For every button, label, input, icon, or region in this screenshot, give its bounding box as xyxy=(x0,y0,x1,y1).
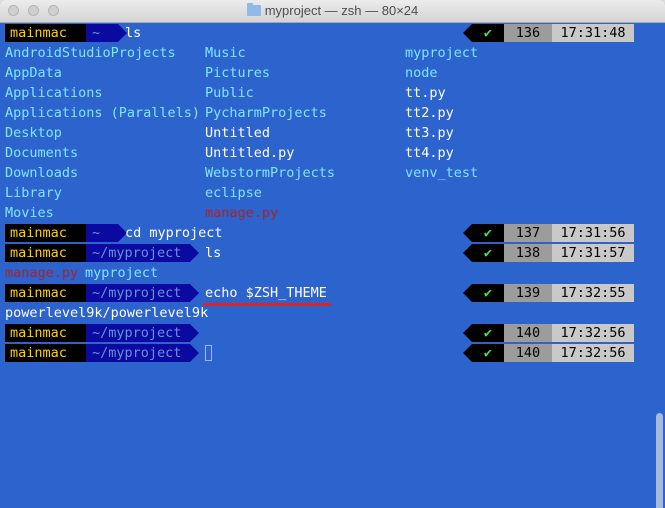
prompt-line: mainmac ~ cd myproject ✔ 137 17:31:56 xyxy=(0,223,665,243)
ls-output-row: AppData Pictures node xyxy=(0,63,665,83)
ls-output-row: manage.py myproject xyxy=(0,263,665,283)
directory-entry: eclipse xyxy=(205,185,262,201)
prompt-dir-segment: ~ xyxy=(86,224,118,242)
prompt-time: 17:31:57 xyxy=(552,244,634,262)
ls-output-row: Applications Public tt.py xyxy=(0,83,665,103)
ls-output-row: Library eclipse xyxy=(0,183,665,203)
prompt-dir-segment: ~/myproject xyxy=(86,324,190,342)
prompt-line: mainmac ~ ls ✔ 136 17:31:48 xyxy=(0,23,665,43)
segment-arrow-icon xyxy=(190,284,199,302)
prompt-user-segment: mainmac xyxy=(5,224,86,242)
ls-output-row: Desktop Untitled tt3.py xyxy=(0,123,665,143)
prompt-dir-segment: ~/myproject xyxy=(86,344,190,362)
directory-entry: WebstormProjects xyxy=(205,165,336,181)
executable-entry: manage.py xyxy=(5,265,79,281)
prompt-user-segment: mainmac xyxy=(5,324,86,342)
command-text: cd myproject xyxy=(125,225,223,241)
directory-entry: Applications (Parallels) xyxy=(5,105,201,121)
prompt-time: 17:32:56 xyxy=(552,344,634,362)
history-number: 140 xyxy=(504,344,552,362)
command-text: echo $ZSH_THEME xyxy=(205,285,327,301)
prompt-time: 17:32:55 xyxy=(552,284,634,302)
ls-output-row: Applications (Parallels) PycharmProjects t… xyxy=(0,103,665,123)
checkmark-icon: ✔ xyxy=(472,244,504,262)
text-cursor[interactable] xyxy=(205,345,212,361)
file-entry: tt3.py xyxy=(405,125,454,141)
directory-entry: myproject xyxy=(85,265,159,281)
directory-entry: Library xyxy=(5,185,62,201)
directory-entry: myproject xyxy=(405,45,479,61)
terminal-window: myproject — zsh — 80×24 mainmac ~ ls ✔ 1… xyxy=(0,0,665,508)
history-number: 137 xyxy=(504,224,552,242)
window-title: myproject — zsh — 80×24 xyxy=(0,3,665,18)
directory-entry: Desktop xyxy=(5,125,62,141)
prompt-time: 17:32:56 xyxy=(552,324,634,342)
prompt-user-segment: mainmac xyxy=(5,344,86,362)
directory-entry: venv_test xyxy=(405,165,479,181)
history-number: 136 xyxy=(504,24,552,42)
scrollbar-thumb[interactable] xyxy=(656,413,663,508)
checkmark-icon: ✔ xyxy=(472,24,504,42)
prompt-time: 17:31:48 xyxy=(552,24,634,42)
directory-entry: Movies xyxy=(5,205,54,221)
prompt-line: mainmac ~/myproject echo $ZSH_THEME ✔ 13… xyxy=(0,283,665,306)
echo-output-text: powerlevel9k/powerlevel9k xyxy=(5,305,209,321)
segment-arrow-icon xyxy=(463,224,472,242)
command-text: ls xyxy=(205,245,222,261)
directory-entry: Pictures xyxy=(205,65,271,81)
prompt-dir-segment: ~/myproject xyxy=(86,284,190,302)
command-text: ls xyxy=(125,25,142,41)
file-entry: tt.py xyxy=(405,85,446,101)
segment-arrow-icon xyxy=(463,284,472,302)
terminal-content[interactable]: mainmac ~ ls ✔ 136 17:31:48 AndroidStudi… xyxy=(0,23,665,508)
prompt-line: mainmac ~/myproject ✔ 140 17:32:56 xyxy=(0,323,665,343)
prompt-user-segment: mainmac xyxy=(5,24,86,42)
directory-entry: Downloads xyxy=(5,165,79,181)
prompt-dir-segment: ~ xyxy=(86,24,118,42)
directory-entry: Documents xyxy=(5,145,79,161)
directory-entry: Music xyxy=(205,45,246,61)
segment-arrow-icon xyxy=(463,324,472,342)
command-output: powerlevel9k/powerlevel9k xyxy=(0,303,665,323)
directory-entry: Applications xyxy=(5,85,103,101)
ls-output-row: Movies manage.py xyxy=(0,203,665,223)
directory-entry: AppData xyxy=(5,65,62,81)
prompt-line: mainmac ~/myproject ✔ 140 17:32:56 xyxy=(0,343,665,363)
ls-output-row: Downloads WebstormProjects venv_test xyxy=(0,163,665,183)
history-number: 138 xyxy=(504,244,552,262)
history-number: 139 xyxy=(504,284,552,302)
prompt-dir-segment: ~/myproject xyxy=(86,244,190,262)
file-entry: tt4.py xyxy=(405,145,454,161)
prompt-user-segment: mainmac xyxy=(5,244,86,262)
directory-entry: node xyxy=(405,65,438,81)
executable-entry: manage.py xyxy=(205,205,279,221)
prompt-time: 17:31:56 xyxy=(552,224,634,242)
ls-output-row: Documents Untitled.py tt4.py xyxy=(0,143,665,163)
segment-arrow-icon xyxy=(463,244,472,262)
file-entry: Untitled.py xyxy=(205,145,295,161)
directory-entry: Public xyxy=(205,85,254,101)
segment-arrow-icon xyxy=(190,244,199,262)
checkmark-icon: ✔ xyxy=(472,284,504,302)
prompt-user-segment: mainmac xyxy=(5,284,86,302)
history-number: 140 xyxy=(504,324,552,342)
segment-arrow-icon xyxy=(463,344,472,362)
segment-arrow-icon xyxy=(463,24,472,42)
folder-icon xyxy=(246,3,261,16)
segment-arrow-icon xyxy=(190,344,199,362)
file-entry: tt2.py xyxy=(405,105,454,121)
ls-output-row: AndroidStudioProjects Music myproject xyxy=(0,43,665,63)
checkmark-icon: ✔ xyxy=(472,344,504,362)
segment-arrow-icon xyxy=(190,324,199,342)
checkmark-icon: ✔ xyxy=(472,224,504,242)
directory-entry: PycharmProjects xyxy=(205,105,327,121)
window-title-text: myproject — zsh — 80×24 xyxy=(264,3,419,18)
directory-entry: AndroidStudioProjects xyxy=(5,45,176,61)
file-entry: Untitled xyxy=(205,125,271,141)
checkmark-icon: ✔ xyxy=(472,324,504,342)
prompt-line: mainmac ~/myproject ls ✔ 138 17:31:57 xyxy=(0,243,665,263)
title-bar[interactable]: myproject — zsh — 80×24 xyxy=(0,0,665,23)
